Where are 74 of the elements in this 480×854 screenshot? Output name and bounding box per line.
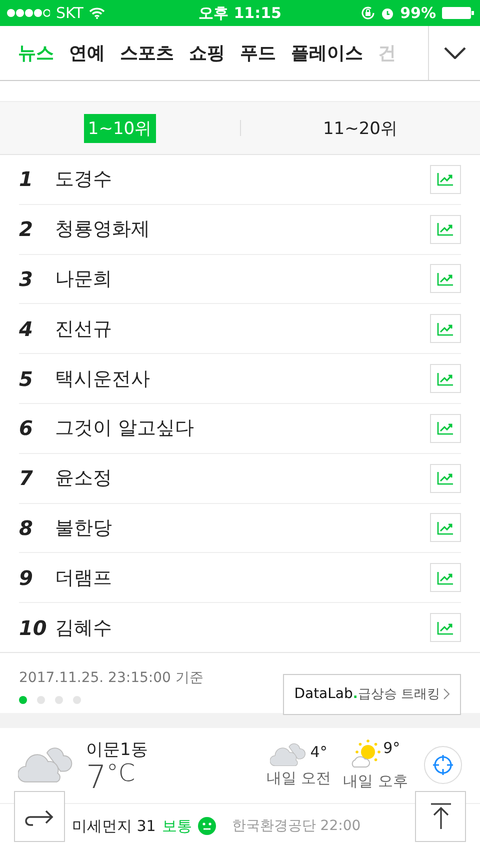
keyword-link[interactable]: 불한당 bbox=[55, 514, 430, 541]
forecast-temperature: 9° bbox=[383, 739, 400, 758]
rank-number: 4 bbox=[19, 316, 34, 341]
dust-label: 미세먼지 31 bbox=[72, 816, 156, 836]
keyword-link[interactable]: 진선규 bbox=[55, 316, 430, 342]
trend-chart-button[interactable] bbox=[430, 563, 461, 592]
trend-chart-icon bbox=[437, 471, 454, 486]
datalab-button[interactable]: DataLab.급상승 트래킹 bbox=[283, 674, 461, 715]
category-tab[interactable]: 스포츠 bbox=[120, 41, 174, 65]
data-source: 한국환경공단 22:00 bbox=[232, 817, 361, 836]
keyword-link[interactable]: 택시운전사 bbox=[55, 366, 430, 392]
sun-cloud-icon bbox=[351, 739, 382, 770]
trend-chart-icon bbox=[437, 421, 454, 436]
rotation-lock-icon bbox=[361, 6, 376, 20]
keyword-link[interactable]: 청룡영화제 bbox=[55, 216, 430, 242]
location-button[interactable] bbox=[424, 746, 462, 784]
rank-number: 6 bbox=[19, 416, 34, 440]
forecast-temperature: 4° bbox=[310, 742, 328, 761]
category-tab[interactable]: 쇼핑 bbox=[189, 41, 225, 65]
trend-chart-button[interactable] bbox=[430, 264, 461, 294]
alarm-icon bbox=[381, 6, 394, 20]
trend-chart-button[interactable] bbox=[430, 414, 461, 443]
rank-number: 10 bbox=[19, 616, 48, 640]
trend-chart-icon bbox=[437, 272, 454, 286]
update-time: 2017.11.25. 23:15:00 기준 bbox=[19, 668, 204, 687]
trend-chart-icon bbox=[437, 222, 454, 236]
wifi-icon bbox=[89, 7, 106, 19]
rank-number: 9 bbox=[19, 566, 34, 590]
forecast-label: 내일 오후 bbox=[343, 772, 408, 792]
crosshair-icon bbox=[432, 754, 454, 776]
chevron-right-icon bbox=[443, 688, 450, 700]
trend-chart-icon bbox=[437, 322, 454, 336]
trend-chart-button[interactable] bbox=[430, 164, 461, 194]
trend-chart-button[interactable] bbox=[430, 214, 461, 244]
trend-chart-button[interactable] bbox=[430, 513, 461, 542]
trend-chart-button[interactable] bbox=[430, 613, 461, 642]
keyword-link[interactable]: 도경수 bbox=[55, 166, 430, 192]
trend-chart-icon bbox=[437, 372, 454, 386]
carrier-name: SKT bbox=[56, 4, 84, 22]
keyword-link[interactable]: 더램프 bbox=[55, 564, 430, 591]
keyword-link[interactable]: 윤소정 bbox=[55, 465, 430, 492]
trend-chart-icon bbox=[437, 570, 454, 585]
battery-percent: 99% bbox=[400, 4, 436, 22]
rank-number: 8 bbox=[19, 516, 34, 540]
range-tab[interactable]: 11~20위 bbox=[318, 114, 402, 142]
trend-chart-button[interactable] bbox=[430, 314, 461, 344]
category-tab[interactable]: 플레이스 bbox=[291, 41, 363, 65]
trend-chart-icon bbox=[437, 620, 454, 635]
cloud-icon bbox=[270, 742, 308, 766]
clock-time: 오후 11:15 bbox=[198, 4, 282, 22]
trend-chart-button[interactable] bbox=[430, 464, 461, 493]
arrow-up-icon bbox=[428, 802, 452, 830]
signal-icon bbox=[6, 8, 50, 18]
dust-grade: 보통 bbox=[162, 816, 192, 836]
rank-number: 5 bbox=[19, 366, 34, 391]
chevron-down-icon bbox=[444, 47, 466, 59]
trend-chart-icon bbox=[437, 520, 454, 535]
category-tab[interactable]: 연예 bbox=[69, 41, 105, 65]
category-tab[interactable]: 푸드 bbox=[240, 41, 276, 65]
rank-number: 1 bbox=[19, 167, 34, 192]
neutral-face-icon bbox=[198, 817, 216, 836]
keyword-link[interactable]: 그것이 알고싶다 bbox=[55, 415, 430, 442]
forecast-label: 내일 오전 bbox=[266, 769, 332, 788]
rank-number: 7 bbox=[19, 466, 34, 490]
rank-number: 2 bbox=[19, 217, 34, 242]
location-name: 이문1동 bbox=[86, 738, 148, 761]
scroll-top-button[interactable] bbox=[415, 790, 466, 842]
trend-chart-icon bbox=[437, 172, 454, 186]
keyword-link[interactable]: 김혜수 bbox=[55, 614, 430, 641]
rank-number: 3 bbox=[19, 266, 34, 291]
trend-chart-button[interactable] bbox=[430, 364, 461, 394]
battery-icon bbox=[442, 7, 474, 19]
share-button[interactable] bbox=[14, 790, 65, 842]
keyword-link[interactable]: 나문희 bbox=[55, 266, 430, 292]
